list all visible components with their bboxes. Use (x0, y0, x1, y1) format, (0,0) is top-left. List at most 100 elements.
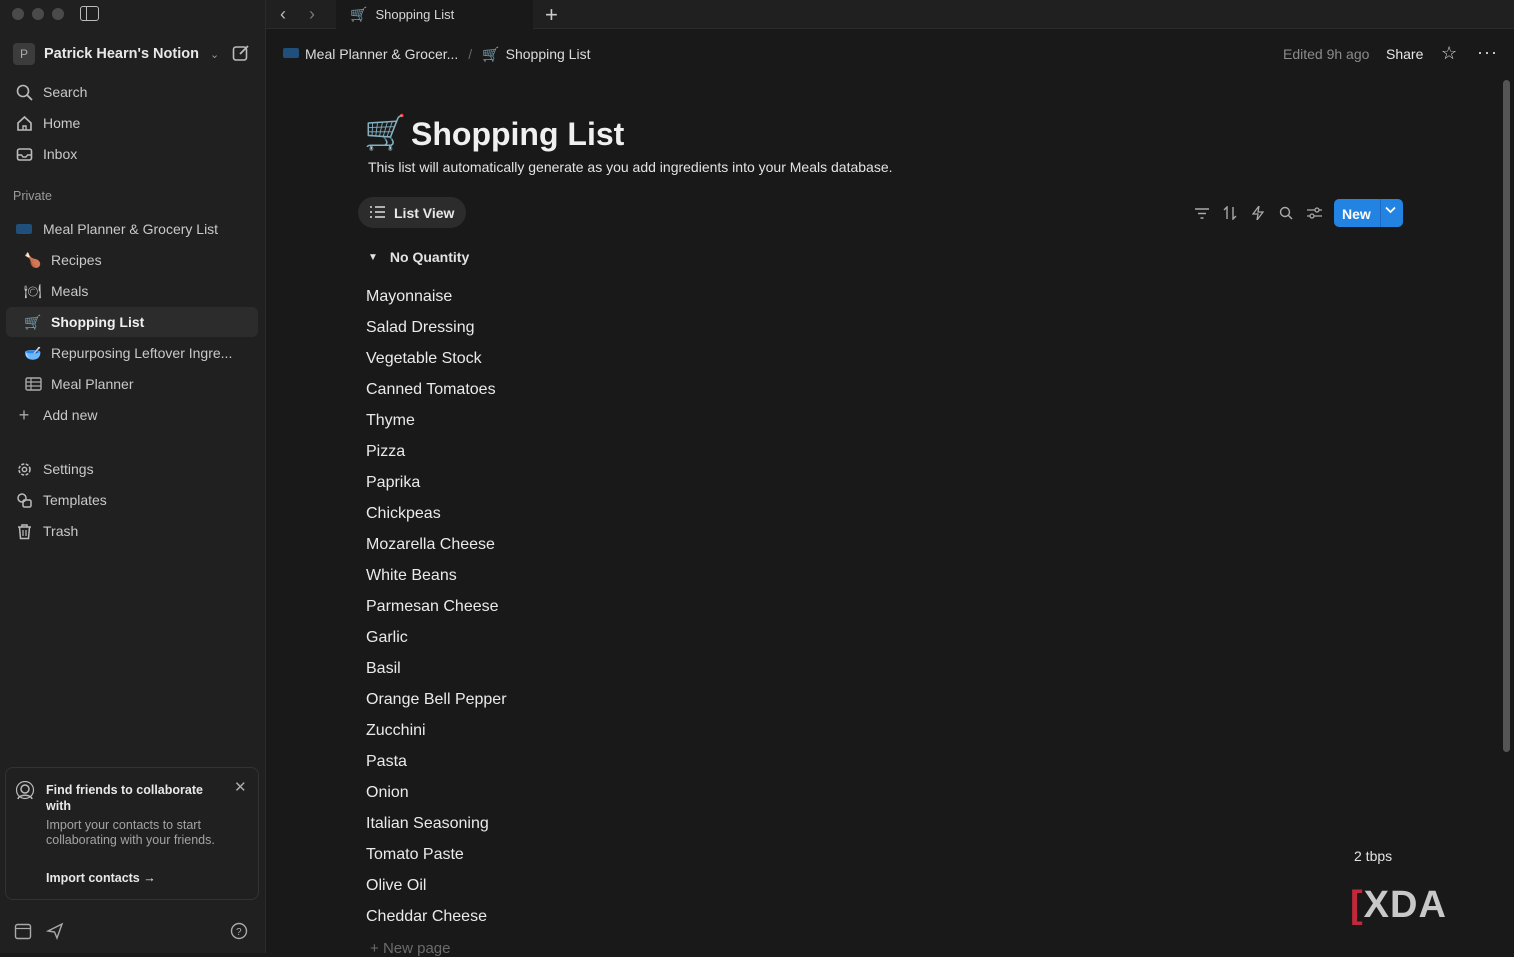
sidebar-toggle-icon[interactable] (80, 6, 99, 21)
workspace-avatar: P (13, 43, 35, 65)
list-item[interactable]: Cheddar Cheese (366, 908, 487, 926)
new-tab-icon[interactable]: + (545, 2, 558, 28)
list-item[interactable]: Italian Seasoning (366, 815, 489, 833)
forward-icon[interactable]: › (309, 4, 315, 25)
sidebar-item-home[interactable]: Home (6, 108, 258, 138)
list-item[interactable]: Vegetable Stock (366, 350, 482, 368)
search-icon (14, 82, 34, 102)
window-zoom-button[interactable] (52, 8, 64, 20)
list-item[interactable]: Mayonnaise (366, 288, 452, 306)
automation-bolt-icon[interactable] (1250, 205, 1266, 221)
bowl-icon: 🥣 (24, 344, 42, 361)
sidebar-item-recipes[interactable]: 🍗 Recipes (6, 245, 258, 275)
edited-timestamp: Edited 9h ago (1283, 46, 1370, 62)
sidebar-add-new[interactable]: + Add new (6, 400, 258, 430)
new-page-row[interactable]: + New page (370, 940, 450, 957)
templates-icon (14, 490, 34, 510)
sidebar-item-label: Home (43, 115, 81, 131)
new-button-divider (1380, 199, 1381, 227)
plate-icon: 🍽 (24, 282, 42, 299)
close-icon[interactable]: ✕ (234, 778, 247, 796)
back-icon[interactable]: ‹ (280, 4, 286, 25)
tab-shopping-list[interactable]: 🛒 Shopping List (336, 0, 533, 29)
sidebar-item-label: Templates (43, 492, 107, 508)
new-button[interactable]: New (1334, 199, 1403, 227)
sidebar-item-settings[interactable]: Settings (6, 454, 258, 484)
window-close-button[interactable] (12, 8, 24, 20)
watermark-logo: [XDA (1350, 884, 1447, 926)
sidebar-item-label: Inbox (43, 146, 78, 162)
help-icon[interactable]: ? (230, 922, 248, 945)
sidebar-item-label: Meal Planner & Grocery List (43, 221, 219, 237)
list-item[interactable]: Orange Bell Pepper (366, 691, 507, 709)
tab-label: Shopping List (375, 7, 455, 22)
new-page-label: New page (382, 940, 451, 957)
list-item[interactable]: Parmesan Cheese (366, 598, 499, 616)
triangle-down-icon[interactable]: ▼ (368, 252, 378, 263)
sidebar-item-templates[interactable]: Templates (6, 485, 258, 515)
sort-icon[interactable] (1222, 205, 1238, 221)
scrollbar[interactable] (1503, 80, 1510, 752)
page-title[interactable]: Shopping List (411, 116, 624, 153)
list-item[interactable]: Pasta (366, 753, 407, 771)
page-icon-shopping-cart[interactable]: 🛒 (364, 113, 406, 153)
more-options-icon[interactable]: ··· (1477, 42, 1498, 63)
window-minimize-button[interactable] (32, 8, 44, 20)
sidebar-item-label: Repurposing Leftover Ingre... (51, 345, 233, 361)
sidebar-item-label: Meals (51, 283, 89, 299)
sidebar-item-meals[interactable]: 🍽 Meals (6, 276, 258, 306)
filter-icon[interactable] (1194, 205, 1210, 221)
view-tab-list[interactable]: List View (358, 197, 466, 228)
new-button-label: New (1342, 206, 1371, 222)
group-label: No Quantity (389, 249, 470, 265)
breadcrumb-current[interactable]: Shopping List (506, 46, 591, 62)
group-header-no-quantity[interactable]: ▼ No Quantity (368, 249, 469, 265)
list-item[interactable]: Salad Dressing (366, 319, 475, 337)
list-item[interactable]: Chickpeas (366, 505, 441, 523)
inbox-icon (14, 144, 34, 164)
sidebar-item-search[interactable]: Search (6, 77, 258, 107)
sidebar-item-shopping-list[interactable]: 🛒 Shopping List (6, 307, 258, 337)
view-settings-icon[interactable] (1306, 205, 1322, 221)
home-icon (14, 113, 34, 133)
new-page-compose-icon[interactable] (232, 44, 250, 67)
plus-icon: + (370, 940, 383, 957)
list-item[interactable]: Canned Tomatoes (366, 381, 496, 399)
workspace-switcher[interactable]: P Patrick Hearn's Notion ⌄ (13, 42, 219, 66)
sidebar-item-label: Meal Planner (51, 376, 134, 392)
poultry-leg-icon: 🍗 (24, 251, 42, 268)
list-item[interactable]: Thyme (366, 412, 415, 430)
import-contacts-link[interactable]: Import contacts → (46, 871, 156, 885)
list-item[interactable]: Mozarella Cheese (366, 536, 495, 554)
list-item[interactable]: Onion (366, 784, 409, 802)
list-item[interactable]: Paprika (366, 474, 420, 492)
find-friends-card: Find friends to collaborate with ✕ Impor… (5, 767, 259, 900)
list-item[interactable]: Olive Oil (366, 877, 426, 895)
send-icon[interactable] (45, 922, 64, 945)
list-item[interactable]: White Beans (366, 567, 457, 585)
sidebar-item-meal-planner-grocery-list[interactable]: Meal Planner & Grocery List (6, 214, 258, 244)
shopping-cart-icon: 🛒 (482, 45, 500, 62)
sidebar-item-trash[interactable]: Trash (6, 516, 258, 546)
share-button[interactable]: Share (1386, 46, 1423, 62)
sidebar-item-label: Settings (43, 461, 94, 477)
list-item[interactable]: Zucchini (366, 722, 426, 740)
list-item[interactable]: Pizza (366, 443, 405, 461)
view-tab-label: List View (394, 204, 455, 221)
list-item[interactable]: Garlic (366, 629, 408, 647)
sidebar-item-meal-planner[interactable]: Meal Planner (6, 369, 258, 399)
trash-icon (14, 521, 34, 541)
breadcrumb: Meal Planner & Grocer... / 🛒 Shopping Li… (283, 43, 590, 65)
sidebar-item-inbox[interactable]: Inbox (6, 139, 258, 169)
sidebar-item-label: Add new (43, 407, 98, 423)
chevron-down-icon[interactable] (1385, 205, 1396, 217)
search-icon[interactable] (1278, 205, 1294, 221)
sidebar-item-label: Search (43, 84, 88, 100)
sidebar-item-label: Shopping List (51, 314, 145, 330)
star-icon[interactable]: ☆ (1441, 43, 1457, 64)
list-item[interactable]: Tomato Paste (366, 846, 464, 864)
sidebar-item-repurposing-leftover[interactable]: 🥣 Repurposing Leftover Ingre... (6, 338, 258, 368)
list-item[interactable]: Basil (366, 660, 401, 678)
breadcrumb-parent[interactable]: Meal Planner & Grocer... (305, 46, 458, 62)
calendar-icon[interactable] (14, 922, 32, 945)
